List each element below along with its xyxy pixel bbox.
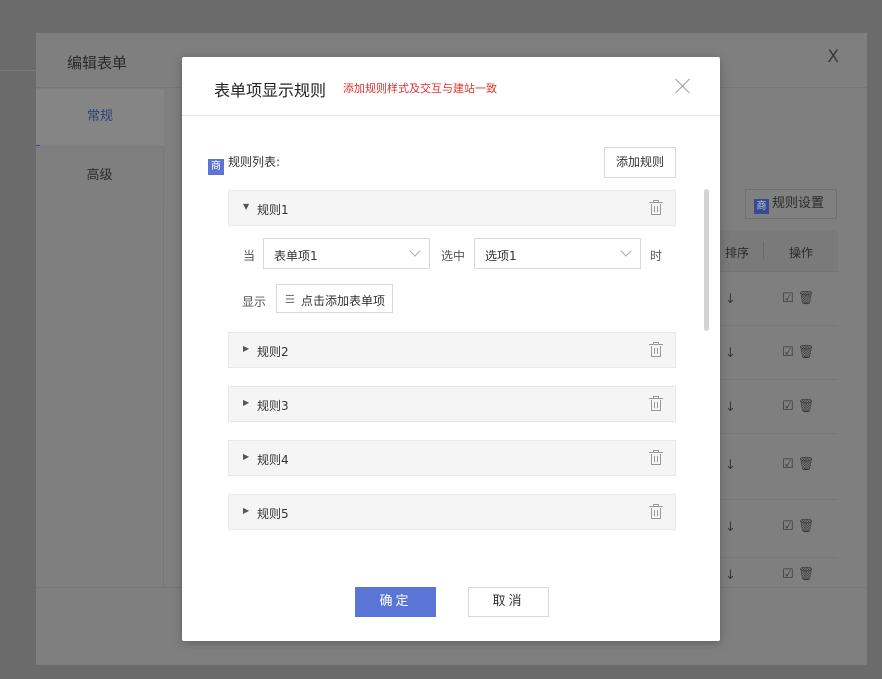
modal-title: 表单项显示规则 xyxy=(214,81,327,100)
table-row: ↓ ☑🗑 xyxy=(717,380,838,434)
row-actions[interactable]: ☑🗑 xyxy=(782,519,818,534)
rule-name: 规则1 xyxy=(257,203,289,217)
sort-down-icon[interactable]: ↓ xyxy=(725,458,736,473)
store-icon: 商 xyxy=(754,199,769,214)
selected-label: 选中 xyxy=(441,249,466,263)
row-actions[interactable]: ☑🗑 xyxy=(782,345,818,360)
fields-table: 排序 操作 ↓ ☑🗑 ↓ ☑🗑 ↓ ☑🗑 ↓ ☑🗑 ↓ ☑🗑 ↓ ☑🗑 xyxy=(716,230,838,590)
rule-list-label: 商规则列表: xyxy=(208,153,280,175)
scrollbar-thumb[interactable] xyxy=(704,189,709,331)
row-actions[interactable]: ☑🗑 xyxy=(782,567,818,582)
rule-item-2[interactable]: ▶ 规则2 xyxy=(228,332,676,368)
row-actions[interactable]: ☑🗑 xyxy=(782,457,818,472)
close-icon[interactable]: X xyxy=(827,47,839,67)
chevron-down-icon xyxy=(620,245,632,257)
trash-icon[interactable] xyxy=(649,342,663,358)
rule-name: 规则3 xyxy=(257,399,289,413)
dialog-title: 编辑表单 xyxy=(67,54,128,72)
rule-condition: 当 表单项1 选中 选项1 时 xyxy=(208,238,704,270)
table-row: ↓ ☑🗑 xyxy=(717,558,838,588)
caret-right-icon[interactable]: ▶ xyxy=(243,452,249,461)
divider xyxy=(0,70,36,71)
table-header: 排序 操作 xyxy=(717,230,838,272)
trash-icon[interactable] xyxy=(649,504,663,520)
display-rules-modal: 表单项显示规则 添加规则样式及交互与建站一致 商规则列表: 添加规则 ▼ 规则1… xyxy=(182,57,720,641)
caret-down-icon[interactable]: ▼ xyxy=(243,202,249,211)
rule-item-1[interactable]: ▼ 规则1 xyxy=(228,190,676,226)
field-select-value: 表单项1 xyxy=(274,249,318,263)
add-field-label: 点击添加表单项 xyxy=(301,294,386,308)
scrollbar[interactable] xyxy=(704,188,710,552)
store-icon: 商 xyxy=(208,159,224,175)
rule-settings-label: 规则设置 xyxy=(772,196,825,211)
trash-icon[interactable] xyxy=(649,396,663,412)
tab-general[interactable]: 常规 xyxy=(36,89,164,145)
table-row: ↓ ☑🗑 xyxy=(717,500,838,558)
display-label: 显示 xyxy=(242,295,267,309)
table-row: ↓ ☑🗑 xyxy=(717,272,838,326)
table-row: ↓ ☑🗑 xyxy=(717,326,838,380)
confirm-button[interactable]: 确定 xyxy=(355,587,436,617)
option-select[interactable]: 选项1 xyxy=(474,238,641,269)
chevron-down-icon xyxy=(409,245,421,257)
sort-down-icon[interactable]: ↓ xyxy=(725,520,736,535)
column-actions: 操作 xyxy=(789,246,814,260)
trash-icon[interactable] xyxy=(649,450,663,466)
sidebar xyxy=(36,203,164,588)
sort-down-icon[interactable]: ↓ xyxy=(725,400,736,415)
caret-right-icon[interactable]: ▶ xyxy=(243,398,249,407)
field-select[interactable]: 表单项1 xyxy=(263,238,430,269)
modal-header: 表单项显示规则 添加规则样式及交互与建站一致 xyxy=(182,57,720,116)
rule-settings-button[interactable]: 商规则设置 xyxy=(745,189,837,219)
caret-right-icon[interactable]: ▶ xyxy=(243,344,249,353)
caret-right-icon[interactable]: ▶ xyxy=(243,506,249,515)
add-field-button[interactable]: ☰ 点击添加表单项 xyxy=(276,284,393,313)
sort-down-icon[interactable]: ↓ xyxy=(725,346,736,361)
tab-advanced[interactable]: 高级 xyxy=(36,147,164,203)
modal-note: 添加规则样式及交互与建站一致 xyxy=(343,82,497,95)
sort-down-icon[interactable]: ↓ xyxy=(725,568,736,583)
rule-name: 规则2 xyxy=(257,345,289,359)
trash-icon[interactable] xyxy=(649,200,663,216)
sort-down-icon[interactable]: ↓ xyxy=(725,292,736,307)
time-label: 时 xyxy=(650,249,663,263)
table-row: ↓ ☑🗑 xyxy=(717,434,838,500)
option-select-value: 选项1 xyxy=(485,249,517,263)
rule-item-4[interactable]: ▶ 规则4 xyxy=(228,440,676,476)
row-actions[interactable]: ☑🗑 xyxy=(782,291,818,306)
rule-list: ▼ 规则1 当 表单项1 选中 选项1 时 显示 ☰ 点击添加表单项 ▶ 规则2… xyxy=(208,188,704,552)
list-icon: ☰ xyxy=(285,294,295,306)
rule-name: 规则4 xyxy=(257,453,289,467)
close-icon[interactable] xyxy=(672,75,694,97)
rule-item-3[interactable]: ▶ 规则3 xyxy=(228,386,676,422)
when-label: 当 xyxy=(243,249,256,263)
rule-item-5[interactable]: ▶ 规则5 xyxy=(228,494,676,530)
row-actions[interactable]: ☑🗑 xyxy=(782,399,818,414)
column-sort: 排序 xyxy=(725,246,750,260)
rule-name: 规则5 xyxy=(257,507,289,521)
rule-display: 显示 ☰ 点击添加表单项 xyxy=(208,284,704,314)
cancel-button[interactable]: 取消 xyxy=(468,587,549,617)
add-rule-button[interactable]: 添加规则 xyxy=(604,147,676,178)
